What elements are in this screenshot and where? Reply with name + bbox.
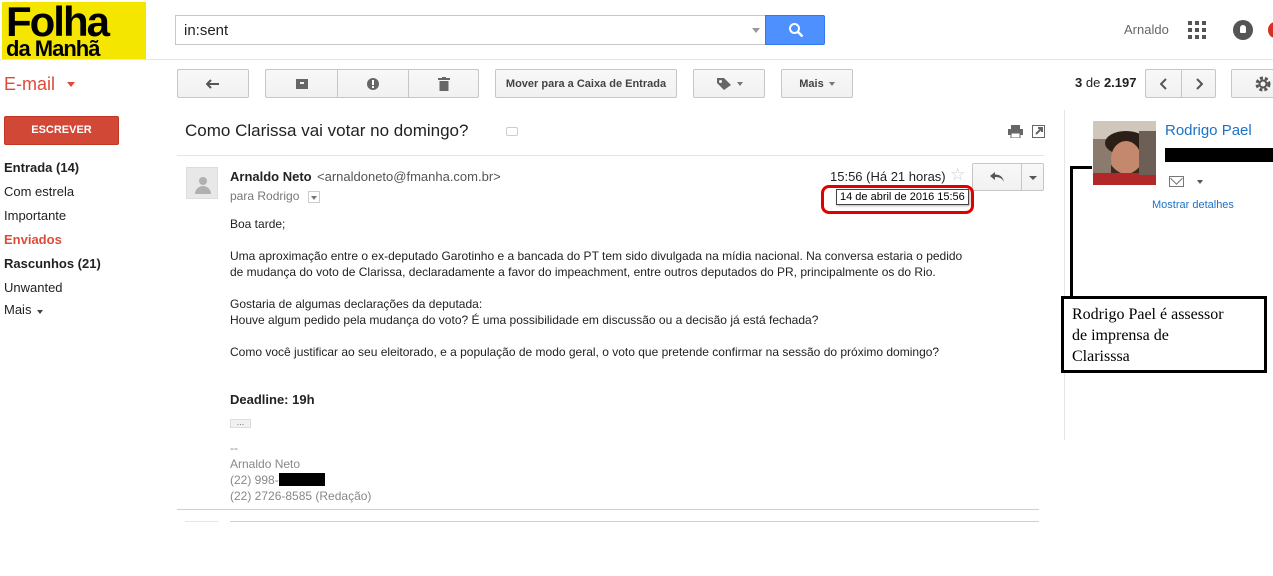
divider <box>185 521 218 522</box>
spam-icon <box>367 77 379 90</box>
search-button[interactable] <box>765 15 825 45</box>
more-reply-options-icon[interactable] <box>1029 176 1037 180</box>
back-button[interactable] <box>177 69 249 98</box>
pagination-count: 3 de 2.197 <box>1075 75 1137 90</box>
contact-photo[interactable] <box>1093 121 1156 185</box>
archive-button[interactable] <box>266 70 337 97</box>
gear-icon <box>1255 76 1271 91</box>
delete-button[interactable] <box>409 70 479 97</box>
contact-pane-divider <box>1064 110 1065 440</box>
action-button-group <box>265 69 479 98</box>
archive-icon <box>295 78 308 89</box>
new-window-icon[interactable] <box>1032 125 1045 138</box>
reply-icon[interactable] <box>989 171 1005 183</box>
sidebar-more-label: Mais <box>4 302 32 317</box>
chevron-down-icon[interactable] <box>67 82 75 87</box>
search-input[interactable]: in:sent <box>175 15 766 45</box>
search-icon <box>789 23 804 38</box>
print-icon[interactable] <box>1008 125 1023 138</box>
sidebar-item-unwanted[interactable]: Unwanted <box>4 280 63 295</box>
label-icon[interactable] <box>506 127 518 136</box>
report-spam-button[interactable] <box>338 70 408 97</box>
search-value: in:sent <box>184 22 229 39</box>
body-paragraph-line: Gostaria de algumas declarações da deput… <box>230 297 483 311</box>
show-details-icon[interactable] <box>308 191 320 203</box>
page-of: de <box>1085 75 1101 90</box>
sender-avatar <box>186 167 218 199</box>
sidebar-item-more[interactable]: Mais <box>4 302 44 317</box>
sender-email: <arnaldoneto@fmanha.com.br> <box>317 169 501 184</box>
older-button[interactable] <box>1182 70 1216 97</box>
signature-separator: -- <box>230 441 238 455</box>
annotation-line: Clarisssa <box>1072 348 1130 365</box>
annotation-line: de imprensa de <box>1072 327 1169 344</box>
show-trimmed-content-button[interactable]: ... <box>230 418 251 428</box>
app-switcher-label[interactable]: E-mail <box>4 74 55 95</box>
divider <box>177 155 1044 156</box>
reply-button-group <box>972 163 1044 191</box>
page-total: 2.197 <box>1103 75 1137 90</box>
pagination-buttons <box>1145 69 1216 98</box>
highlight-circle <box>821 185 974 214</box>
newer-button[interactable] <box>1146 70 1181 97</box>
trash-icon <box>438 76 450 91</box>
search-options-icon[interactable] <box>752 28 760 33</box>
divider <box>230 521 1039 522</box>
label-tag-icon <box>716 77 731 90</box>
star-icon[interactable]: ☆ <box>950 165 965 185</box>
chevron-down-icon <box>736 81 743 86</box>
sidebar-item-drafts[interactable]: Rascunhos (21) <box>4 256 101 271</box>
sidebar-item-starred[interactable]: Com estrela <box>4 184 74 199</box>
back-arrow-icon <box>206 78 219 89</box>
sender-name[interactable]: Arnaldo Neto <box>230 169 312 184</box>
body-greeting: Boa tarde; <box>230 217 286 231</box>
chevron-right-icon <box>1196 77 1203 90</box>
sidebar-item-important[interactable]: Importante <box>4 208 66 223</box>
compose-button[interactable]: ESCREVER <box>4 116 119 145</box>
annotation-connector <box>1070 166 1092 169</box>
divider <box>177 509 1039 510</box>
show-details-link[interactable]: Mostrar detalhes <box>1152 199 1234 211</box>
folha-logo[interactable]: Folha da Manhã <box>2 2 146 59</box>
annotation-callout: Rodrigo Pael é assessor de imprensa de C… <box>1061 296 1267 373</box>
more-actions-button[interactable]: Mais <box>781 69 853 98</box>
labels-button[interactable] <box>693 69 765 98</box>
signature-phone: (22) 998- <box>230 473 279 487</box>
page-current: 3 <box>1075 75 1083 90</box>
annotation-line: Rodrigo Pael é assessor <box>1072 306 1224 323</box>
move-to-inbox-button[interactable]: Mover para a Caixa de Entrada <box>495 69 677 98</box>
settings-button[interactable] <box>1231 69 1273 98</box>
body-paragraph-line: Houve algum pedido pela mudança do voto?… <box>230 313 819 327</box>
signature-office-phone: (22) 2726-8585 (Redação) <box>230 489 372 503</box>
user-name[interactable]: Arnaldo <box>1124 22 1169 37</box>
apps-grid-icon[interactable] <box>1188 21 1206 39</box>
contact-photo-image <box>1093 121 1156 185</box>
recipient-line: para Rodrigo <box>230 189 300 203</box>
chevron-down-icon <box>37 310 44 314</box>
body-deadline: Deadline: 19h <box>230 392 315 407</box>
body-paragraph-line: Uma aproximação entre o ex-deputado Garo… <box>230 249 963 263</box>
signature-name: Arnaldo Neto <box>230 457 301 471</box>
email-icon[interactable] <box>1169 176 1184 187</box>
message-subject: Como Clarissa vai votar no domingo? <box>185 121 469 140</box>
move-to-inbox-label: Mover para a Caixa de Entrada <box>505 77 667 90</box>
body-paragraph-line: de mudança do voto de Clarissa, declarad… <box>230 265 936 279</box>
logo-line2: da Manhã <box>6 36 100 59</box>
redaction-bar <box>1165 148 1273 162</box>
body-paragraph-line: Como você justificar ao seu eleitorado, … <box>230 345 940 359</box>
sidebar-item-sent[interactable]: Enviados <box>4 232 62 247</box>
more-actions-label: Mais <box>799 77 824 90</box>
sidebar-item-inbox[interactable]: Entrada (14) <box>4 160 79 175</box>
message-time: 15:56 (Há 21 horas) <box>830 169 946 184</box>
chevron-left-icon <box>1159 77 1167 90</box>
annotation-connector <box>1070 166 1073 297</box>
contact-name[interactable]: Rodrigo Pael <box>1165 122 1252 139</box>
redaction-bar <box>279 473 325 486</box>
chevron-down-icon <box>828 81 835 86</box>
notifications-icon[interactable] <box>1233 20 1253 40</box>
chevron-down-icon[interactable] <box>1197 180 1203 184</box>
